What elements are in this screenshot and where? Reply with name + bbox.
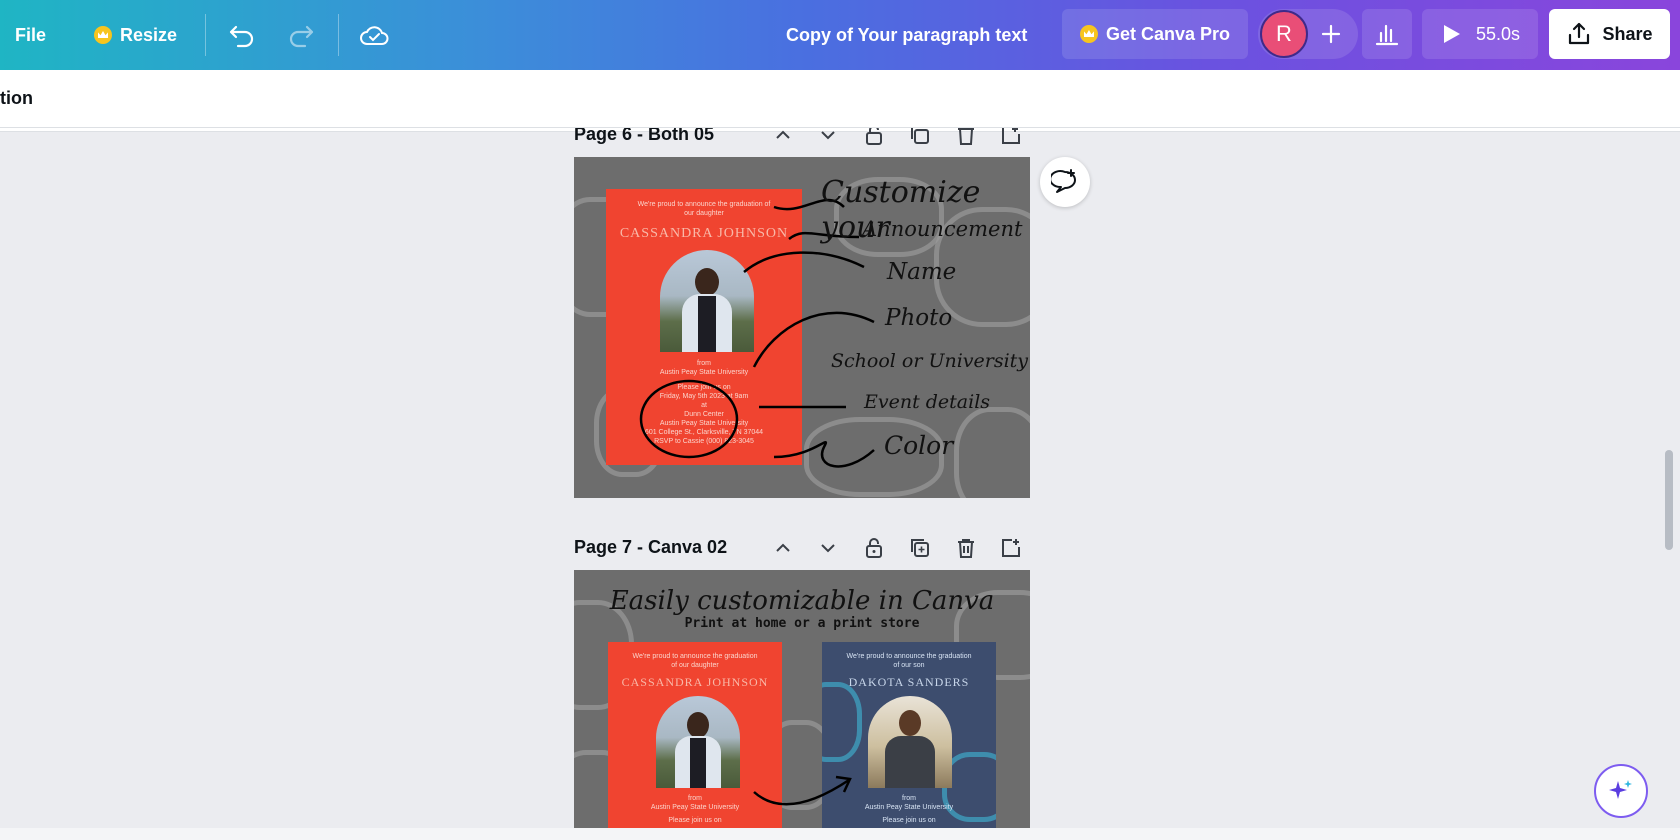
magic-assistant-button[interactable] [1594,764,1648,818]
upload-icon [1569,22,1590,45]
scrollbar-thumb[interactable] [1665,450,1673,550]
unlock-icon [866,538,882,558]
duplicate-page-button[interactable] [907,535,933,561]
undo-icon [229,25,254,48]
toolbar-label: tion [0,88,33,108]
file-menu[interactable]: File [15,0,46,70]
add-comment-button[interactable] [1040,157,1090,207]
resize-button[interactable]: Resize [94,0,177,70]
pro-label: Get Canva Pro [1105,23,1231,44]
annotation-arrows [753,775,852,806]
crown-icon [1079,25,1098,43]
doc-title-text: Copy of Your paragraph text [786,24,1028,45]
cloud-check-icon [360,26,389,45]
move-page-down-button[interactable] [815,535,841,561]
page-title[interactable]: Page 7 - Canva 02 [574,537,727,558]
divider [205,14,206,56]
redo-icon [289,25,314,48]
sparkle-icon [1609,780,1632,799]
trash-icon [958,539,974,558]
comment-plus-icon [1051,169,1076,193]
annotation-label: Announcement [862,217,1023,241]
bottom-strip [0,828,1680,840]
annotation-label: Color [884,431,954,460]
subbar-overlay: tion [0,70,1680,128]
add-page-button[interactable] [998,535,1024,561]
chevron-up-icon [776,543,790,552]
page-header: Page 7 - Canva 02 [574,527,1030,567]
document-title[interactable]: Copy of Your paragraph text [786,0,1027,70]
annotation-label: Name [887,259,957,285]
top-toolbar: File Resize Copy of Your paragraph text … [0,0,1680,70]
add-collaborator-button[interactable] [1316,19,1346,49]
crown-icon [94,26,112,44]
chevron-down-icon [821,131,835,140]
file-label: File [15,24,47,45]
get-canva-pro-button[interactable]: Get Canva Pro [1062,9,1248,59]
annotation-label: School or University [831,350,1029,372]
delete-page-button[interactable] [953,535,979,561]
bar-chart-icon [1375,24,1399,46]
share-button[interactable]: Share [1549,9,1670,59]
resize-label: Resize [120,24,178,45]
insights-button[interactable] [1362,9,1412,59]
move-page-up-button[interactable] [770,535,796,561]
chevron-up-icon [776,130,790,139]
divider [338,14,339,56]
annotation-label: Event details [864,391,991,413]
undo-button[interactable] [228,0,258,70]
add-page-icon [1002,539,1020,557]
annotation-label: Photo [885,305,953,331]
present-button[interactable]: 55.0s [1422,9,1538,59]
duplicate-icon [911,539,929,557]
avatar-letter: R [1276,21,1292,46]
page-canvas[interactable]: We're proud to announce the graduation o… [574,157,1030,498]
share-label: Share [1602,23,1653,44]
page-canvas[interactable]: Easily customizable in Canva Print at ho… [574,570,1030,828]
chevron-down-icon [821,544,835,553]
lock-page-button[interactable] [861,535,887,561]
play-icon [1443,25,1460,43]
scrollbar[interactable] [1662,132,1674,832]
plus-icon [1321,24,1341,44]
play-time: 55.0s [1475,23,1521,44]
save-status-button[interactable] [359,0,391,70]
avatar[interactable]: R [1260,10,1308,58]
collaborators: R [1258,9,1358,59]
redo-button[interactable] [287,0,317,70]
